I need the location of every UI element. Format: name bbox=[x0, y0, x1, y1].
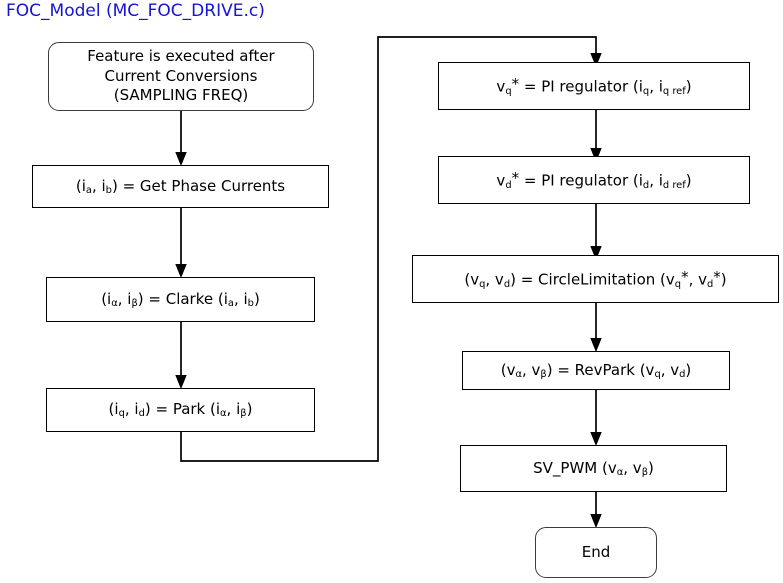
node-pi-regulator-vd-label: vd* = PI regulator (id, id ref) bbox=[496, 168, 692, 191]
node-end[interactable]: End bbox=[535, 527, 657, 578]
node-start[interactable]: Feature is executed after Current Conver… bbox=[48, 42, 314, 111]
node-pi-regulator-vq-label: vq* = PI regulator (iq, iq ref) bbox=[496, 74, 692, 97]
node-rev-park-label: (vα, vβ) = RevPark (vq, vd) bbox=[500, 360, 692, 380]
diagram-title: FOC_Model (MC_FOC_DRIVE.c) bbox=[6, 1, 265, 21]
node-rev-park[interactable]: (vα, vβ) = RevPark (vq, vd) bbox=[462, 351, 730, 390]
node-get-phase-currents-label: (ia, ib) = Get Phase Currents bbox=[75, 176, 286, 196]
flowchart-canvas: FOC_Model (MC_FOC_DRIVE.c) Feature is ex… bbox=[0, 0, 783, 583]
node-pi-regulator-vq[interactable]: vq* = PI regulator (iq, iq ref) bbox=[438, 62, 750, 110]
node-get-phase-currents[interactable]: (ia, ib) = Get Phase Currents bbox=[32, 165, 329, 208]
node-sv-pwm[interactable]: SV_PWM (vα, vβ) bbox=[460, 445, 727, 492]
node-sv-pwm-label: SV_PWM (vα, vβ) bbox=[533, 458, 654, 478]
node-park-label: (iq, id) = Park (iα, iβ) bbox=[108, 400, 253, 420]
node-clarke-label: (iα, iβ) = Clarke (ia, ib) bbox=[101, 289, 260, 309]
node-park[interactable]: (iq, id) = Park (iα, iβ) bbox=[46, 388, 315, 432]
node-clarke[interactable]: (iα, iβ) = Clarke (ia, ib) bbox=[46, 277, 315, 322]
node-end-label: End bbox=[581, 542, 611, 561]
node-start-label: Feature is executed after Current Conver… bbox=[87, 47, 275, 105]
node-circle-limitation-label: (vq, vd) = CircleLimitation (vq*, vd*) bbox=[464, 267, 727, 290]
node-pi-regulator-vd[interactable]: vd* = PI regulator (id, id ref) bbox=[438, 156, 750, 204]
node-circle-limitation[interactable]: (vq, vd) = CircleLimitation (vq*, vd*) bbox=[412, 255, 779, 303]
